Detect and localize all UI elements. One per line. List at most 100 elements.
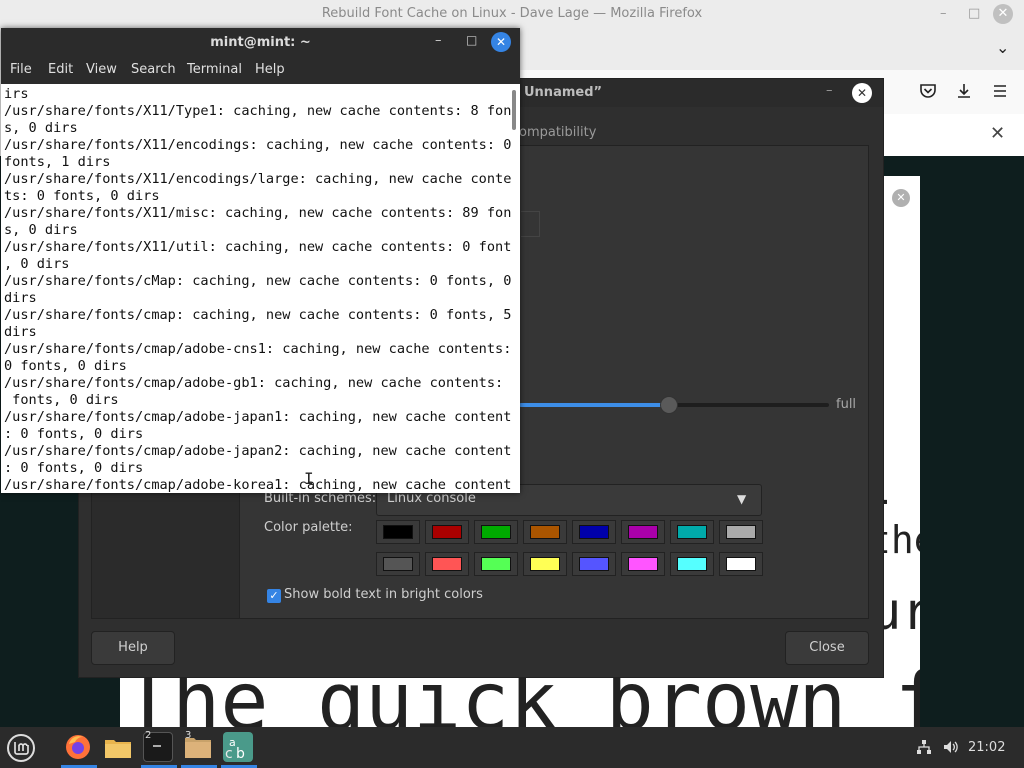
terminal-line: : 0 fonts, 0 dirs xyxy=(4,426,144,442)
terminal-text: irs/usr/share/fonts/X11/Type1: caching, … xyxy=(4,86,512,493)
terminal-minimize-button[interactable]: – xyxy=(435,33,442,48)
terminal-line: : 0 fonts, 0 dirs xyxy=(4,460,144,476)
palette-swatch-color xyxy=(481,525,511,539)
pocket-icon[interactable] xyxy=(919,82,937,104)
palette-swatch[interactable] xyxy=(376,552,420,576)
terminal-line: ts: 0 fonts, 0 dirs xyxy=(4,188,160,204)
menu-help[interactable]: Help xyxy=(255,62,285,77)
terminal-titlebar[interactable]: mint@mint: ~ – □ ✕ xyxy=(1,28,520,56)
builtin-schemes-value: Linux console xyxy=(387,491,476,506)
menu-view[interactable]: View xyxy=(86,62,117,77)
chevron-down-icon: ▼ xyxy=(737,492,747,506)
mint-menu-icon[interactable] xyxy=(5,732,37,764)
palette-swatch-color xyxy=(628,557,658,571)
font-viewer-icon[interactable]: abc xyxy=(223,732,253,762)
prefs-close-button[interactable]: ✕ xyxy=(852,83,872,103)
network-icon[interactable] xyxy=(916,739,932,759)
palette-swatch-color xyxy=(726,525,756,539)
terminal-line: s, 0 dirs xyxy=(4,120,78,136)
prefs-title: Unnamed” xyxy=(524,85,603,100)
palette-swatch[interactable] xyxy=(719,520,763,544)
menu-search[interactable]: Search xyxy=(131,62,176,77)
files-folder-icon[interactable] xyxy=(103,732,133,762)
palette-swatch-color xyxy=(481,557,511,571)
firefox-titlebar[interactable]: Rebuild Font Cache on Linux - Dave Lage … xyxy=(0,0,1024,30)
notification-close-icon[interactable]: ✕ xyxy=(990,123,1005,144)
palette-swatch[interactable] xyxy=(719,552,763,576)
tab-compatibility[interactable]: ompatibility xyxy=(519,125,596,140)
menu-file[interactable]: File xyxy=(10,62,32,77)
terminal-title: mint@mint: ~ xyxy=(210,35,311,50)
dropdown-stub[interactable] xyxy=(521,211,540,237)
terminal-line: /usr/share/fonts/X11/util: caching, new … xyxy=(4,239,512,255)
palette-swatch[interactable] xyxy=(670,520,714,544)
palette-swatch[interactable] xyxy=(425,552,469,576)
palette-swatch-color xyxy=(530,557,560,571)
palette-swatch[interactable] xyxy=(621,552,665,576)
terminal-output[interactable]: irs/usr/share/fonts/X11/Type1: caching, … xyxy=(1,84,520,493)
terminal-line: irs xyxy=(4,86,29,102)
palette-swatch[interactable] xyxy=(670,552,714,576)
palette-swatch[interactable] xyxy=(523,552,567,576)
palette-swatch[interactable] xyxy=(376,520,420,544)
terminal-line: /usr/share/fonts/X11/Type1: caching, new… xyxy=(4,103,512,119)
folder-window-count: 3 xyxy=(185,730,192,741)
svg-text:b: b xyxy=(236,746,245,762)
help-button[interactable]: Help xyxy=(91,631,175,665)
terminal-line: s, 0 dirs xyxy=(4,222,78,238)
terminal-line: dirs xyxy=(4,290,37,306)
palette-swatch-color xyxy=(579,525,609,539)
color-palette-label: Color palette: xyxy=(264,520,353,535)
palette-swatch-color xyxy=(383,557,413,571)
terminal-line: dirs xyxy=(4,324,37,340)
palette-swatch-color xyxy=(579,557,609,571)
slider-end-label: full xyxy=(836,397,857,412)
prefs-minimize-button[interactable]: – xyxy=(826,83,833,98)
svg-text:c: c xyxy=(225,746,233,762)
palette-swatch-color xyxy=(530,525,560,539)
terminal-scrollbar[interactable] xyxy=(512,90,516,130)
volume-icon[interactable] xyxy=(942,739,960,759)
palette-swatch-color xyxy=(432,525,462,539)
slider-handle[interactable] xyxy=(660,396,678,414)
terminal-window-count: 2 xyxy=(145,730,152,741)
firefox-icon[interactable] xyxy=(63,732,93,762)
firefox-minimize-button[interactable]: – xyxy=(940,6,947,21)
menu-icon[interactable] xyxy=(991,82,1009,104)
card-close-icon[interactable]: ✕ xyxy=(892,189,910,207)
terminal-line: /usr/share/fonts/X11/misc: caching, new … xyxy=(4,205,512,221)
terminal-line: 0 fonts, 0 dirs xyxy=(4,358,127,374)
terminal-line: /usr/share/fonts/cmap/adobe-japan1: cach… xyxy=(4,409,512,425)
palette-swatch[interactable] xyxy=(523,520,567,544)
menu-edit[interactable]: Edit xyxy=(48,62,73,77)
firefox-window-title: Rebuild Font Cache on Linux - Dave Lage … xyxy=(321,6,703,21)
terminal-menubar: File Edit View Search Terminal Help xyxy=(1,56,520,84)
palette-swatch[interactable] xyxy=(474,552,518,576)
menu-terminal[interactable]: Terminal xyxy=(187,62,242,77)
palette-swatch[interactable] xyxy=(572,552,616,576)
terminal-line: /usr/share/fonts/cmap/adobe-korea1: cach… xyxy=(4,477,512,493)
firefox-maximize-button[interactable]: □ xyxy=(968,6,980,21)
firefox-close-button[interactable]: ✕ xyxy=(993,4,1013,24)
terminal-close-button[interactable]: ✕ xyxy=(491,32,511,52)
slider-fill xyxy=(519,403,665,407)
download-icon[interactable] xyxy=(955,82,973,104)
clock[interactable]: 21:02 xyxy=(968,740,1005,755)
palette-swatch[interactable] xyxy=(621,520,665,544)
close-button[interactable]: Close xyxy=(785,631,869,665)
terminal-line: , 0 dirs xyxy=(4,256,70,272)
taskbar: 2 3 abc 21:02 xyxy=(0,727,1024,768)
terminal-line: /usr/share/fonts/cMap: caching, new cach… xyxy=(4,273,512,289)
palette-swatch-color xyxy=(677,557,707,571)
palette-swatch[interactable] xyxy=(425,520,469,544)
bold-bright-checkbox[interactable]: ✓ xyxy=(267,589,281,603)
terminal-line: /usr/share/fonts/cmap: caching, new cach… xyxy=(4,307,512,323)
terminal-maximize-button[interactable]: □ xyxy=(466,33,477,47)
palette-swatch[interactable] xyxy=(474,520,518,544)
list-all-tabs-icon[interactable]: ⌄ xyxy=(996,38,1009,57)
terminal-line: /usr/share/fonts/cmap/adobe-gb1: caching… xyxy=(4,375,512,391)
palette-swatch-color xyxy=(383,525,413,539)
palette-swatch-color xyxy=(628,525,658,539)
palette-swatch-color xyxy=(432,557,462,571)
palette-swatch[interactable] xyxy=(572,520,616,544)
